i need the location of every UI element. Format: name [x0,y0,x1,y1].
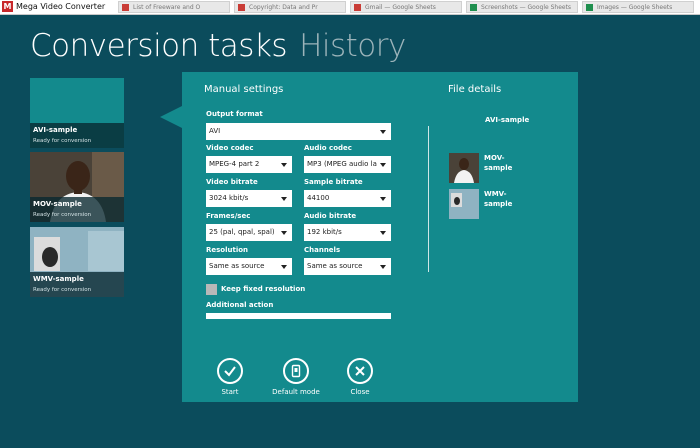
resolution-select[interactable]: Same as source [206,258,292,275]
task-item-mov[interactable]: MOV-sample Ready for conversion [30,152,124,222]
audio-bitrate-select[interactable]: 192 kbit/s [304,224,391,241]
file-thumbnail-mov[interactable] [449,153,479,183]
tab-favicon-icon [122,4,129,11]
chevron-down-icon [380,130,386,134]
chevron-down-icon [380,231,386,235]
task-caption: MOV-sample Ready for conversion [30,197,124,222]
audio-codec-select[interactable]: MP3 (MPEG audio lay [304,156,391,173]
audio-codec-label: Audio codec [304,144,352,152]
start-button[interactable]: Start [200,358,260,396]
chevron-down-icon [380,197,386,201]
window-titlebar: M Mega Video Converter List of Freeware … [0,0,700,15]
task-caption: WMV-sample Ready for conversion [30,272,124,297]
additional-action-select[interactable] [206,313,391,319]
sample-bitrate-label: Sample bitrate [304,178,363,186]
frames-select[interactable]: 25 (pal, qpal, spal) [206,224,292,241]
chevron-down-icon [281,231,287,235]
manual-settings-title: Manual settings [204,84,284,95]
check-icon [224,366,236,377]
audio-bitrate-label: Audio bitrate [304,212,357,220]
default-mode-label: Default mode [272,388,320,396]
task-caption: AVI-sample Ready for conversion [30,123,124,148]
background-tab[interactable]: List of Freeware and O [118,1,230,13]
file-thumbnail-wmv[interactable] [449,189,479,219]
close-button[interactable]: Close [330,358,390,396]
keep-fixed-resolution-checkbox[interactable] [206,284,217,295]
frames-label: Frames/sec [206,212,251,220]
sample-bitrate-select[interactable]: 44100 [304,190,391,207]
output-format-select[interactable]: AVI [206,123,391,140]
tab-conversion-tasks[interactable]: Conversion tasks [30,28,288,64]
file-details-current: AVI-sample [485,116,530,124]
task-name: AVI-sample [33,126,78,134]
settings-panel: Manual settings Output format AVI Video … [182,72,578,402]
default-mode-button[interactable]: Default mode [266,358,326,396]
output-format-label: Output format [206,110,263,118]
window-title: Mega Video Converter [16,2,106,11]
page-heading: Conversion tasks History [30,28,406,64]
video-bitrate-select[interactable]: 3024 kbit/s [206,190,292,207]
background-tab[interactable]: Gmail — Google Sheets [350,1,462,13]
chevron-down-icon [380,163,386,167]
start-label: Start [221,388,239,396]
video-codec-select[interactable]: MPEG-4 part 2 [206,156,292,173]
details-divider [428,126,429,272]
additional-action-label: Additional action [206,301,274,309]
chevron-down-icon [281,265,287,269]
tab-favicon-icon [238,4,245,11]
tab-favicon-icon [470,4,477,11]
file-name-wmv: WMV- sample [484,190,513,208]
file-name-mov: MOV- sample [484,154,513,172]
close-label: Close [350,388,370,396]
video-bitrate-label: Video bitrate [206,178,258,186]
file-details-title: File details [448,84,502,95]
background-tab-strip: List of Freeware and O Copyright: Data a… [118,0,700,14]
chevron-down-icon [380,265,386,269]
task-status: Ready for conversion [33,287,92,293]
background-tab[interactable]: Screenshots — Google Sheets [466,1,578,13]
tab-favicon-icon [354,4,361,11]
app-logo-icon: M [2,1,13,12]
background-tab[interactable]: Images — Google Sheets [582,1,694,13]
tab-favicon-icon [586,4,593,11]
device-icon [291,364,301,378]
task-status: Ready for conversion [33,138,92,144]
background-tab[interactable]: Copyright: Data and Pr [234,1,346,13]
keep-fixed-resolution-label: Keep fixed resolution [221,285,306,293]
task-item-avi[interactable]: AVI-sample Ready for conversion [30,78,124,148]
close-icon [355,366,365,376]
task-item-wmv[interactable]: WMV-sample Ready for conversion [30,227,124,297]
channels-label: Channels [304,246,341,254]
resolution-label: Resolution [206,246,249,254]
channels-select[interactable]: Same as source [304,258,391,275]
video-codec-label: Video codec [206,144,254,152]
panel-pointer [160,106,182,128]
task-name: WMV-sample [33,275,84,283]
task-name: MOV-sample [33,200,82,208]
chevron-down-icon [281,163,287,167]
tab-history[interactable]: History [299,28,406,64]
chevron-down-icon [281,197,287,201]
task-status: Ready for conversion [33,212,92,218]
